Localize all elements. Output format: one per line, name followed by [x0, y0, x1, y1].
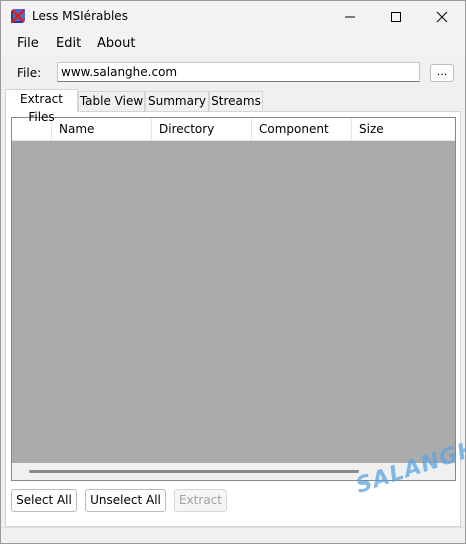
menu-file[interactable]: File	[17, 36, 39, 51]
tab-table-view[interactable]: Table View	[78, 91, 145, 111]
tab-extract-files[interactable]: Extract Files	[5, 89, 78, 124]
select-all-label: Select All	[16, 493, 72, 507]
column-header-component[interactable]: Component	[252, 118, 352, 140]
extract-button[interactable]: Extract	[174, 489, 227, 512]
minimize-button[interactable]	[327, 1, 373, 32]
menu-about[interactable]: About	[97, 36, 135, 51]
menu-edit[interactable]: Edit	[56, 36, 81, 51]
maximize-icon	[391, 12, 401, 22]
unselect-all-label: Unselect All	[90, 493, 161, 507]
scrollbar-thumb[interactable]	[29, 470, 359, 473]
close-icon	[436, 11, 448, 23]
file-label: File:	[17, 66, 42, 80]
tab-strip: Extract Files Table View Summary Streams	[5, 89, 461, 124]
app-icon	[11, 9, 25, 23]
unselect-all-button[interactable]: Unselect All	[85, 489, 166, 512]
maximize-button[interactable]	[373, 1, 419, 32]
app-window: Less MSIérables File Edit About File: ..…	[0, 0, 466, 544]
minimize-icon	[345, 16, 355, 18]
close-button[interactable]	[419, 1, 465, 32]
files-list-view[interactable]: Name Directory Component Size	[11, 117, 456, 481]
file-path-input[interactable]	[57, 62, 420, 82]
status-bar	[1, 527, 465, 543]
window-title: Less MSIérables	[32, 9, 128, 23]
list-header: Name Directory Component Size	[12, 118, 455, 141]
column-header-directory[interactable]: Directory	[152, 118, 252, 140]
browse-button[interactable]: ...	[430, 64, 454, 82]
tab-streams[interactable]: Streams	[209, 91, 263, 111]
title-bar: Less MSIérables	[1, 1, 465, 32]
column-header-size[interactable]: Size	[352, 118, 455, 140]
menu-bar: File Edit About	[1, 33, 465, 55]
column-header-name[interactable]: Name	[52, 118, 152, 140]
tab-summary[interactable]: Summary	[145, 91, 209, 111]
select-all-button[interactable]: Select All	[11, 489, 77, 512]
extract-label: Extract	[179, 493, 222, 507]
